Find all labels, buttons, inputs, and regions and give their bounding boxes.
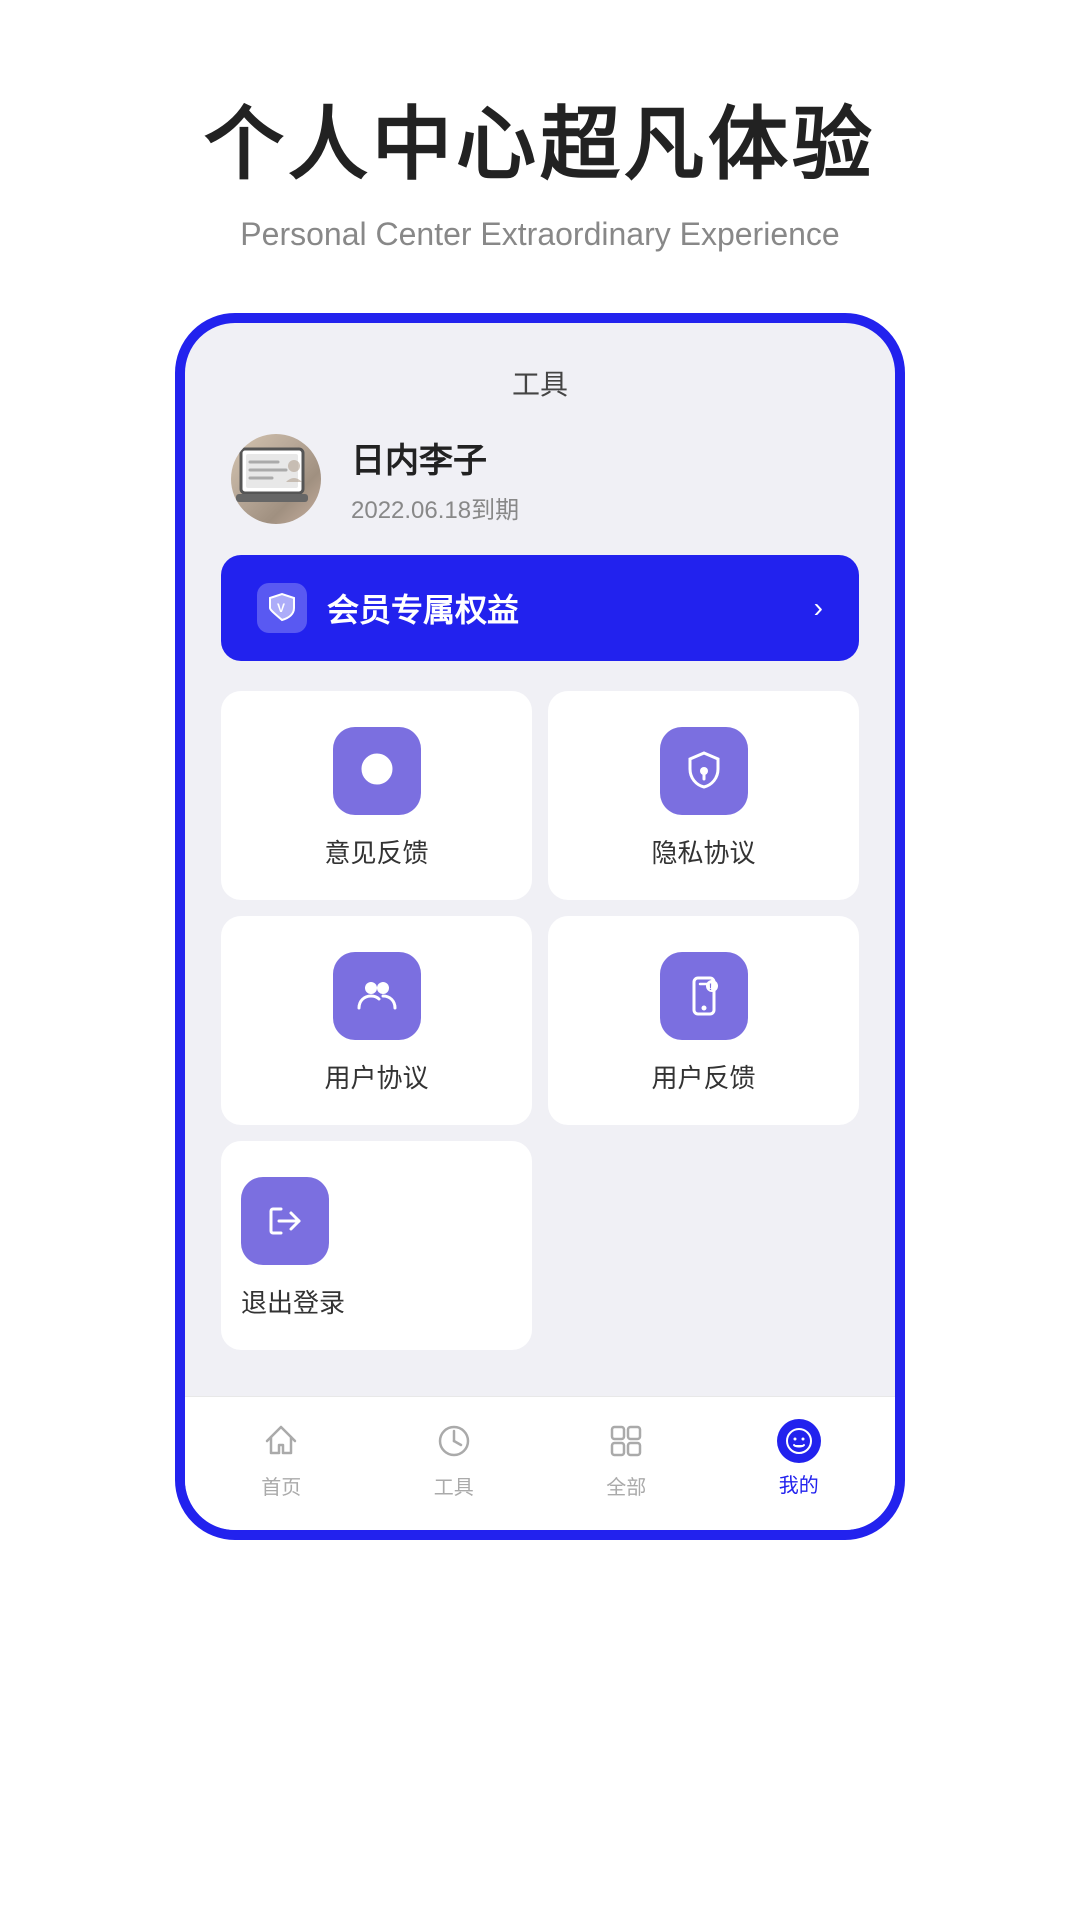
profile-section: 日内李子 2022.06.18到期 xyxy=(221,433,859,525)
member-btn-arrow-icon: › xyxy=(814,592,823,624)
profile-name: 日内李子 xyxy=(351,433,519,482)
phone-top-bar-label: 工具 xyxy=(221,363,859,403)
menu-label-privacy: 隐私协议 xyxy=(651,833,755,870)
member-benefits-button[interactable]: V 会员专属权益 › xyxy=(221,555,859,661)
nav-item-mine[interactable]: 我的 xyxy=(713,1419,886,1498)
bottom-nav: 首页 工具 xyxy=(185,1396,895,1530)
all-icon xyxy=(602,1417,650,1465)
page-title-en: Personal Center Extraordinary Experience xyxy=(240,216,839,253)
menu-item-logout[interactable]: 退出登录 xyxy=(221,1141,532,1350)
menu-item-user-feedback[interactable]: ! 用户反馈 xyxy=(548,916,859,1125)
profile-expire: 2022.06.18到期 xyxy=(351,490,519,525)
menu-label-user-feedback: 用户反馈 xyxy=(651,1058,755,1095)
page-title-zh: 个人中心超凡体验 xyxy=(204,80,876,196)
svg-text:?: ? xyxy=(374,759,385,779)
tools-icon xyxy=(430,1417,478,1465)
nav-label-home: 首页 xyxy=(261,1471,301,1500)
menu-item-privacy[interactable]: 隐私协议 xyxy=(548,691,859,900)
nav-item-tools[interactable]: 工具 xyxy=(368,1417,541,1500)
nav-item-all[interactable]: 全部 xyxy=(540,1417,713,1500)
menu-label-feedback: 意见反馈 xyxy=(324,833,428,870)
menu-label-user-agreement: 用户协议 xyxy=(324,1058,428,1095)
menu-last-row: 退出登录 xyxy=(221,1141,859,1380)
svg-text:V: V xyxy=(277,601,285,615)
menu-grid-row2: 用户协议 ! 用户反馈 xyxy=(221,916,859,1125)
nav-item-home[interactable]: 首页 xyxy=(195,1417,368,1500)
feedback-icon: ? xyxy=(333,727,421,815)
phone-frame: 工具 日内李子 2022.06.18到期 xyxy=(175,313,905,1540)
nav-label-all: 全部 xyxy=(606,1471,646,1500)
svg-text:!: ! xyxy=(709,982,712,992)
nav-label-mine: 我的 xyxy=(779,1469,819,1498)
logout-icon xyxy=(241,1177,329,1265)
nav-label-tools: 工具 xyxy=(434,1471,474,1500)
user-feedback-icon: ! xyxy=(660,952,748,1040)
menu-item-user-agreement[interactable]: 用户协议 xyxy=(221,916,532,1125)
menu-label-logout: 退出登录 xyxy=(241,1283,345,1320)
mine-active-dot xyxy=(777,1419,821,1463)
member-btn-text: 会员专属权益 xyxy=(327,585,519,631)
menu-item-feedback[interactable]: ? 意见反馈 xyxy=(221,691,532,900)
member-icon: V xyxy=(257,583,307,633)
user-agreement-icon xyxy=(333,952,421,1040)
home-icon xyxy=(257,1417,305,1465)
menu-grid-row1: ? 意见反馈 隐私协议 xyxy=(221,691,859,900)
avatar xyxy=(231,434,321,524)
profile-info: 日内李子 2022.06.18到期 xyxy=(351,433,519,525)
privacy-icon xyxy=(660,727,748,815)
